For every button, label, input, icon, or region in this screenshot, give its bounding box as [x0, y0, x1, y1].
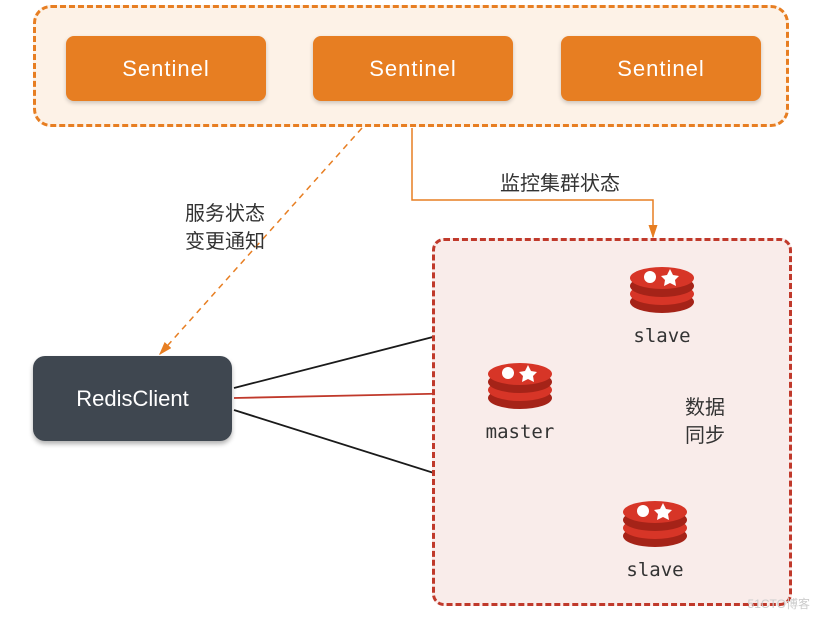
redis-master: master — [475, 352, 565, 443]
label-monitor: 监控集群状态 — [500, 170, 620, 198]
redis-icon — [626, 256, 698, 316]
label-data-sync: 数据 同步 — [685, 394, 725, 450]
redis-client-box: RedisClient — [33, 356, 232, 441]
redis-slave-1: slave — [617, 256, 707, 347]
notify-line1: 服务状态 — [185, 203, 265, 225]
sentinel-group: Sentinel Sentinel Sentinel — [33, 5, 789, 127]
redis-icon — [619, 490, 691, 550]
watermark: 51CTO博客 — [748, 595, 810, 612]
redis-slave-2: slave — [610, 490, 700, 581]
slave1-label: slave — [617, 325, 707, 347]
sentinel-box-3: Sentinel — [561, 36, 761, 101]
sentinel-box-1: Sentinel — [66, 36, 266, 101]
master-label: master — [475, 421, 565, 443]
label-service-notify: 服务状态 变更通知 — [185, 200, 265, 256]
notify-line2: 变更通知 — [185, 231, 265, 253]
slave2-label: slave — [610, 559, 700, 581]
sync-line2: 同步 — [685, 425, 725, 447]
sync-line1: 数据 — [685, 397, 725, 419]
redis-icon — [484, 352, 556, 412]
sentinel-box-2: Sentinel — [313, 36, 513, 101]
